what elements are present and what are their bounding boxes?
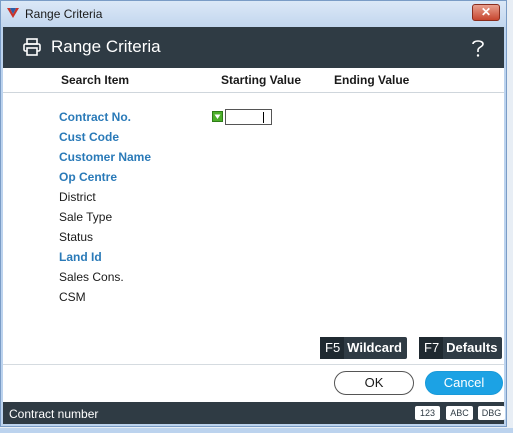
search-item-csm[interactable]: CSM xyxy=(59,289,151,309)
window-titlebar[interactable]: Range Criteria ✕ xyxy=(1,1,506,27)
dialog-header: Range Criteria xyxy=(3,27,504,68)
search-item-contract-no[interactable]: Contract No. xyxy=(59,109,151,129)
search-item-sale-type[interactable]: Sale Type xyxy=(59,209,151,229)
dialog-title: Range Criteria xyxy=(51,37,161,56)
defaults-label: Defaults xyxy=(446,340,498,355)
wildcard-label: Wildcard xyxy=(347,340,402,355)
column-ending-value: Ending Value xyxy=(334,73,410,87)
status-text: Contract number xyxy=(9,407,99,421)
defaults-button[interactable]: F7 Defaults xyxy=(419,337,503,359)
search-item-sales-cons[interactable]: Sales Cons. xyxy=(59,269,151,289)
printer-icon xyxy=(23,38,41,56)
wildcard-key: F5 xyxy=(320,337,345,359)
defaults-key: F7 xyxy=(419,337,444,359)
column-headers: Search Item Starting Value Ending Value xyxy=(3,68,504,93)
close-button[interactable]: ✕ xyxy=(472,4,500,21)
app-logo-icon xyxy=(7,8,19,18)
cancel-button[interactable]: Cancel xyxy=(425,371,503,395)
search-item-list: Contract No. Cust Code Customer Name Op … xyxy=(59,109,151,309)
text-caret xyxy=(263,112,264,123)
wildcard-button[interactable]: F5 Wildcard xyxy=(320,337,407,359)
background-window-edge xyxy=(0,428,513,433)
debug-mode-badge[interactable]: DBG xyxy=(478,406,505,420)
window-title: Range Criteria xyxy=(25,7,103,21)
search-item-status[interactable]: Status xyxy=(59,229,151,249)
divider xyxy=(3,364,504,365)
search-item-op-centre[interactable]: Op Centre xyxy=(59,169,151,189)
search-item-district[interactable]: District xyxy=(59,189,151,209)
column-search-item: Search Item xyxy=(61,73,130,87)
starting-value-input[interactable] xyxy=(225,109,272,125)
dialog-body: Range Criteria Search Item Starting Valu… xyxy=(3,27,505,424)
status-bar: Contract number 123 ABC DBG xyxy=(3,402,505,424)
numeric-mode-badge[interactable]: 123 xyxy=(415,406,440,420)
lookup-dropdown-icon[interactable] xyxy=(212,111,223,122)
help-icon[interactable] xyxy=(470,38,486,58)
column-starting-value: Starting Value xyxy=(221,73,302,87)
alpha-mode-badge[interactable]: ABC xyxy=(446,406,473,420)
search-item-customer-name[interactable]: Customer Name xyxy=(59,149,151,169)
search-item-land-id[interactable]: Land Id xyxy=(59,249,151,269)
search-item-cust-code[interactable]: Cust Code xyxy=(59,129,151,149)
ok-button[interactable]: OK xyxy=(334,371,414,395)
range-criteria-window: Range Criteria ✕ Range Criteria Search I… xyxy=(0,0,507,427)
